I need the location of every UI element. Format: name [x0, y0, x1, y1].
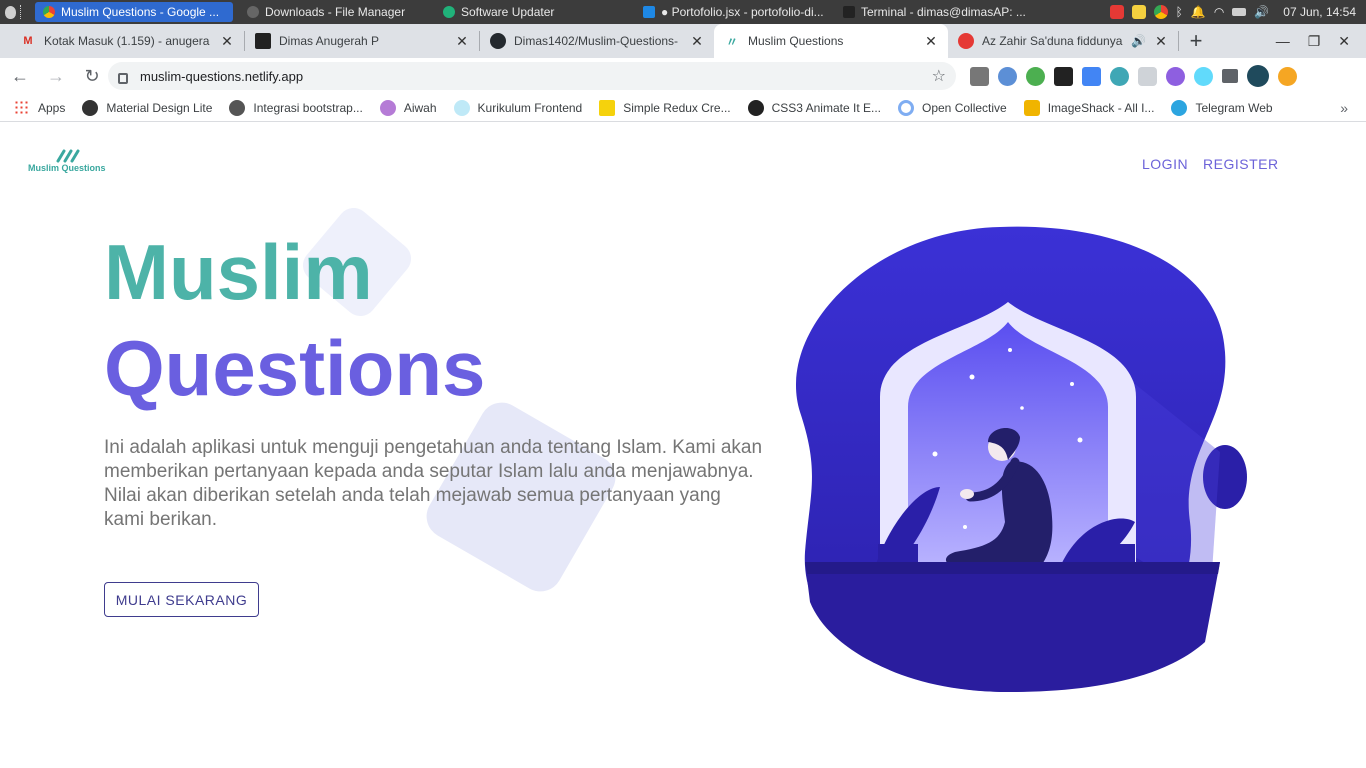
terminal-icon	[843, 6, 855, 18]
audio-playing-icon[interactable]: 🔊	[1131, 34, 1146, 48]
update-alert-icon[interactable]	[1278, 66, 1297, 86]
bookmark-star-icon[interactable]: ☆	[932, 66, 946, 86]
bell-icon[interactable]: 🔔	[1191, 5, 1206, 19]
hero-title-line2: Questions	[104, 324, 486, 412]
notes-icon[interactable]	[1131, 5, 1146, 19]
vscode-icon	[643, 6, 655, 18]
globe-icon	[229, 99, 246, 116]
close-icon[interactable]: ✕	[1154, 33, 1168, 50]
taskbar-task-chrome[interactable]: Muslim Questions - Google ...	[35, 2, 233, 22]
browser-toolbar: ← → ↻ muslim-questions.netlify.app ☆	[0, 58, 1366, 94]
bookmark-open-collective[interactable]: Open Collective	[898, 99, 1007, 116]
ninja-icon	[747, 99, 764, 116]
imageshack-icon	[1023, 99, 1040, 116]
open-collective-icon	[898, 99, 914, 116]
taskbar-task-file-manager[interactable]: Downloads - File Manager	[239, 2, 435, 22]
redux-icon	[599, 99, 616, 116]
taskbar-handle-icon	[20, 5, 23, 19]
bookmark-aiwah[interactable]: Aiwah	[379, 99, 437, 116]
extension-icon[interactable]	[998, 66, 1017, 86]
login-link[interactable]: LOGIN	[1142, 156, 1188, 172]
media-controls-icon[interactable]	[1222, 69, 1238, 83]
window-controls: — ❐ ✕	[1276, 24, 1366, 58]
updater-icon	[443, 6, 455, 18]
forward-button[interactable]: →	[40, 60, 72, 92]
feather-icon[interactable]	[1166, 66, 1185, 86]
page-content: Muslim Questions LOGIN REGISTER Muslim Q…	[0, 127, 1366, 768]
bookmark-simple-redux[interactable]: Simple Redux Cre...	[599, 99, 731, 116]
lock-icon[interactable]	[118, 72, 128, 84]
taskbar-task-terminal[interactable]: Terminal - dimas@dimasAP: ...	[835, 2, 1035, 22]
bookmark-telegram-web[interactable]: Telegram Web	[1171, 99, 1273, 116]
tab-muslim-questions[interactable]: 〃 Muslim Questions ✕	[714, 24, 948, 58]
material-icon	[82, 99, 99, 116]
tab-dimas-anugerah[interactable]: Dimas Anugerah P ✕	[245, 24, 479, 58]
register-link[interactable]: REGISTER	[1203, 156, 1279, 172]
reload-button[interactable]: ↻	[76, 60, 108, 92]
chrome-icon	[43, 6, 55, 18]
telegram-icon	[1171, 99, 1188, 116]
wifi-icon[interactable]: ◠	[1214, 5, 1224, 19]
bookmark-imageshack[interactable]: ImageShack - All I...	[1023, 99, 1154, 116]
minimize-icon[interactable]: —	[1276, 33, 1290, 49]
new-tab-button[interactable]: +	[1179, 24, 1213, 58]
translate-icon[interactable]	[1082, 66, 1101, 86]
shield-icon[interactable]	[1138, 66, 1157, 86]
github-icon	[490, 33, 506, 49]
back-button[interactable]: ←	[4, 60, 36, 92]
logo-text[interactable]: Muslim Questions	[28, 163, 106, 173]
tab-youtube[interactable]: Az Zahir Sa'duna fiddunya 🔊 ✕	[948, 24, 1178, 58]
clock[interactable]: 07 Jun, 14:54	[1283, 5, 1356, 19]
taskbar-task-vscode[interactable]: ● Portofolio.jsx - portofolio-di...	[635, 2, 835, 22]
profile-avatar[interactable]	[1247, 65, 1269, 87]
bookmark-css3-animate[interactable]: CSS3 Animate It E...	[747, 99, 881, 116]
system-tray: ᛒ 🔔 ◠ 🔊 07 Jun, 14:54	[1109, 0, 1366, 24]
bluetooth-icon[interactable]: ᛒ	[1176, 5, 1183, 19]
apple-menu-icon[interactable]	[0, 0, 20, 24]
muslim-questions-favicon-icon: 〃	[725, 34, 738, 49]
aiwah-icon	[379, 99, 396, 116]
close-icon[interactable]: ✕	[690, 33, 704, 50]
apps-grid-icon	[14, 99, 30, 116]
close-icon[interactable]: ✕	[455, 33, 469, 50]
bookmark-apps[interactable]: Apps	[14, 99, 65, 116]
taskbar-task-software-updater[interactable]: Software Updater	[435, 2, 635, 22]
url-text[interactable]: muslim-questions.netlify.app	[140, 69, 932, 84]
tab-strip: M Kotak Masuk (1.159) - anugera ✕ Dimas …	[0, 24, 1366, 58]
bookmark-material-design-lite[interactable]: Material Design Lite	[82, 99, 212, 116]
chrome-tray-icon[interactable]	[1153, 5, 1168, 19]
hero-title-line1: Muslim	[104, 228, 373, 316]
extension-icon[interactable]	[1110, 66, 1129, 86]
react-icon	[453, 99, 470, 116]
bookmarks-overflow-icon[interactable]: »	[1340, 100, 1348, 116]
battery-icon[interactable]	[1232, 8, 1247, 16]
react-devtools-icon[interactable]	[1054, 66, 1073, 86]
volume-icon[interactable]: 🔊	[1254, 5, 1269, 19]
youtube-icon	[958, 33, 974, 49]
os-taskbar: Muslim Questions - Google ... Downloads …	[0, 0, 1366, 24]
anydesk-icon[interactable]	[1109, 5, 1124, 19]
praying-man-illustration	[795, 226, 1247, 693]
window-close-icon[interactable]: ✕	[1338, 33, 1350, 50]
hero-description: Ini adalah aplikasi untuk menguji penget…	[104, 437, 763, 530]
react-icon[interactable]	[1194, 66, 1213, 86]
tab-gmail[interactable]: M Kotak Masuk (1.159) - anugera ✕	[0, 24, 244, 58]
restore-icon[interactable]: ❐	[1308, 33, 1321, 50]
close-icon[interactable]: ✕	[220, 33, 234, 50]
download-icon	[247, 6, 259, 18]
bookmark-kurikulum-frontend[interactable]: Kurikulum Frontend	[453, 99, 582, 116]
close-icon[interactable]: ✕	[924, 33, 938, 50]
tab-github[interactable]: Dimas1402/Muslim-Questions- ✕	[480, 24, 714, 58]
bookmark-integrasi-bootstrap[interactable]: Integrasi bootstrap...	[229, 99, 363, 116]
mosque-favicon-icon	[255, 33, 271, 49]
extensions-row	[970, 64, 1297, 88]
start-now-button[interactable]: MULAI SEKARANG	[104, 582, 259, 617]
eyedropper-extension-icon[interactable]	[970, 66, 989, 86]
extension-icon[interactable]	[1026, 66, 1045, 86]
address-bar[interactable]: muslim-questions.netlify.app ☆	[108, 62, 956, 90]
gmail-icon: M	[23, 35, 33, 47]
bookmarks-bar: Apps Material Design Lite Integrasi boot…	[0, 94, 1366, 122]
